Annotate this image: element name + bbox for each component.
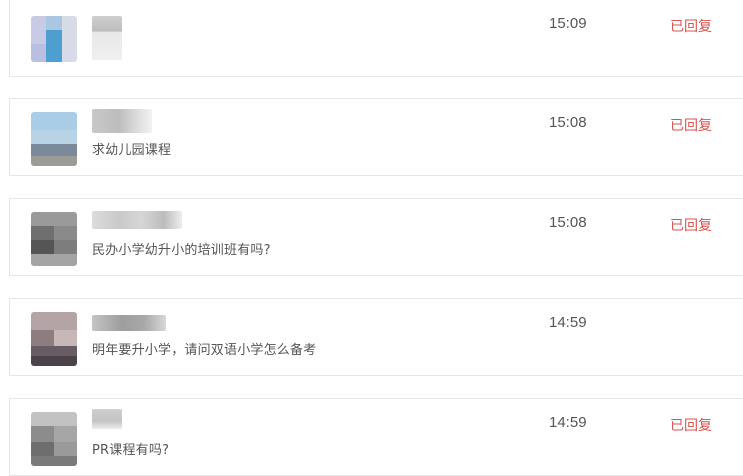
list-item[interactable]: 明年要升小学，请问双语小学怎么备考 14:59 [9, 298, 743, 376]
sender-name [92, 211, 182, 229]
avatar [31, 16, 77, 62]
sender-name [92, 409, 122, 429]
sender-name [92, 16, 122, 60]
avatar [31, 412, 77, 466]
message-time: 14:59 [549, 314, 587, 331]
sender-name [92, 315, 166, 331]
avatar [31, 112, 77, 166]
list-item[interactable]: PR课程有吗? 14:59 已回复 [9, 398, 743, 476]
message-time: 15:09 [549, 15, 587, 32]
message-text: 求幼儿园课程 [92, 143, 172, 158]
message-text: 民办小学幼升小的培训班有吗? [92, 243, 271, 258]
message-time: 15:08 [549, 114, 587, 131]
list-item[interactable]: 15:09 已回复 [9, 0, 743, 77]
reply-status: 已回复 [670, 418, 712, 434]
reply-status: 已回复 [670, 19, 712, 35]
reply-status: 已回复 [670, 218, 712, 234]
reply-status: 已回复 [670, 118, 712, 134]
message-list: 15:09 已回复 求幼儿园课程 15:08 已回复 民办小学幼升小的培训班有吗… [0, 0, 743, 476]
list-item[interactable]: 民办小学幼升小的培训班有吗? 15:08 已回复 [9, 198, 743, 276]
message-time: 15:08 [549, 214, 587, 231]
list-item[interactable]: 求幼儿园课程 15:08 已回复 [9, 98, 743, 176]
message-text: 明年要升小学，请问双语小学怎么备考 [92, 343, 317, 358]
avatar [31, 312, 77, 366]
message-text: PR课程有吗? [92, 443, 170, 458]
sender-name [92, 109, 152, 133]
message-time: 14:59 [549, 414, 587, 431]
avatar [31, 212, 77, 266]
